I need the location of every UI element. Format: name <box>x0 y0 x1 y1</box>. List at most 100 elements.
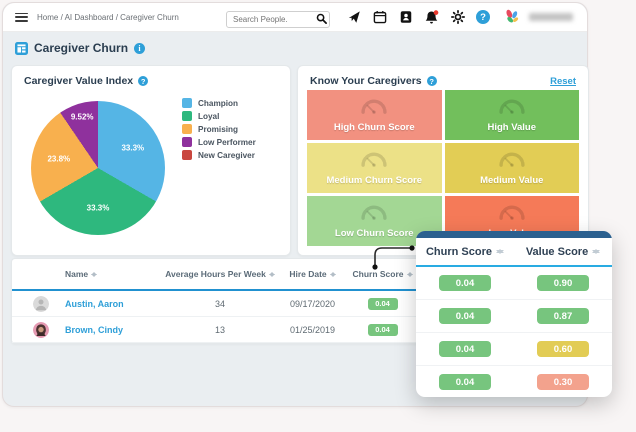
column-header-churn-score[interactable]: Churn Score <box>355 269 410 280</box>
pie-slice-label: 23.8% <box>47 155 70 164</box>
legend-label: Champion <box>198 99 238 108</box>
notifications-icon[interactable] <box>424 10 439 25</box>
reset-link[interactable]: Reset <box>550 76 576 87</box>
value-cell: 0.30 <box>514 374 612 390</box>
popup-column-value-score[interactable]: Value Score <box>514 245 612 258</box>
legend-swatch <box>182 98 192 108</box>
churn-cell: 0.04 <box>416 341 514 357</box>
quadrant-grid: High Churn Score High Value Medium Churn… <box>307 90 579 246</box>
popup-body: 0.04 0.90 0.04 0.87 0.04 0.60 0.04 0.30 <box>416 267 612 397</box>
legend-item-low-performer[interactable]: Low Performer <box>182 137 256 147</box>
pie-slice-label: 33.3% <box>87 204 110 213</box>
avatar-cell <box>12 322 65 338</box>
popup-column-churn-score[interactable]: Churn Score <box>416 245 514 258</box>
value-score-badge: 0.30 <box>537 374 589 390</box>
sort-icon[interactable] <box>407 269 413 280</box>
header-icons: ? <box>346 10 490 25</box>
legend-item-loyal[interactable]: Loyal <box>182 111 256 121</box>
churn-cell: 0.04 <box>416 308 514 324</box>
page-title-row: Caregiver Churn i <box>15 41 145 55</box>
send-icon[interactable] <box>346 10 361 25</box>
search-box <box>226 9 330 26</box>
help-icon[interactable]: ? <box>476 10 490 24</box>
churn-score-cell: 0.04 <box>355 324 410 336</box>
legend-swatch <box>182 137 192 147</box>
name-cell: Brown, Cindy <box>65 325 170 335</box>
avatar <box>33 296 49 312</box>
value-score-badge: 0.87 <box>537 308 589 324</box>
brand-logo-icon <box>503 8 521 26</box>
legend-swatch <box>182 124 192 134</box>
name-cell: Austin, Aaron <box>65 299 170 309</box>
tile-high-churn-score[interactable]: High Churn Score <box>307 90 442 140</box>
column-header-avg-hours[interactable]: Average Hours Per Week <box>170 269 270 280</box>
popup-row: 0.04 0.90 <box>416 267 612 300</box>
sort-icon[interactable] <box>269 269 275 280</box>
value-cell: 0.90 <box>514 275 612 291</box>
tile-label: High Churn Score <box>334 122 415 133</box>
churn-score-badge: 0.04 <box>439 308 491 324</box>
tile-medium-value[interactable]: Medium Value <box>445 143 580 193</box>
know-caregivers-title: Know Your Caregivers <box>310 75 422 87</box>
question-icon[interactable]: ? <box>427 76 437 86</box>
pie-chart-wrap: 33.3% 33.3% 23.8% 9.52% <box>31 101 165 235</box>
sort-icon[interactable] <box>91 269 97 280</box>
page-title: Caregiver Churn <box>34 41 128 55</box>
calendar-icon[interactable] <box>372 10 387 25</box>
hire-date-cell: 09/17/2020 <box>270 299 355 309</box>
tile-label: Medium Churn Score <box>326 175 422 186</box>
churn-score-badge: 0.04 <box>439 341 491 357</box>
legend-label: Low Performer <box>198 138 256 147</box>
gauge-icon <box>359 97 389 120</box>
tile-high-value[interactable]: High Value <box>445 90 580 140</box>
contacts-icon[interactable] <box>398 10 413 25</box>
legend-item-champion[interactable]: Champion <box>182 98 256 108</box>
value-index-panel: Caregiver Value Index ? 33.3%33.3%23.8%9… <box>11 65 291 256</box>
popup-row: 0.04 0.60 <box>416 333 612 366</box>
legend-item-new-caregiver[interactable]: New Caregiver <box>182 150 256 160</box>
value-cell: 0.87 <box>514 308 612 324</box>
info-icon[interactable]: i <box>134 43 145 54</box>
avg-hours-cell: 13 <box>170 325 270 335</box>
caregiver-name-link[interactable]: Austin, Aaron <box>65 299 124 309</box>
tile-label: Medium Value <box>480 175 543 186</box>
value-score-badge: 0.60 <box>537 341 589 357</box>
tile-label: High Value <box>487 122 536 133</box>
churn-score-badge: 0.04 <box>439 374 491 390</box>
pie-slice-label: 9.52% <box>71 112 94 121</box>
churn-cell: 0.04 <box>416 275 514 291</box>
column-header-hire-date[interactable]: Hire Date <box>270 269 355 280</box>
settings-icon[interactable] <box>450 10 465 25</box>
breadcrumb[interactable]: Home / AI Dashboard / Caregiver Churn <box>37 13 179 22</box>
question-icon[interactable]: ? <box>138 76 148 86</box>
churn-score-badge: 0.04 <box>439 275 491 291</box>
sort-icon[interactable] <box>592 245 600 258</box>
value-score-badge: 0.90 <box>537 275 589 291</box>
gauge-icon <box>359 150 389 173</box>
search-input[interactable] <box>226 11 330 28</box>
chart-legend: Champion Loyal Promising Low Performer New C… <box>182 98 256 160</box>
tile-medium-churn-score[interactable]: Medium Churn Score <box>307 143 442 193</box>
popup-row: 0.04 0.30 <box>416 366 612 397</box>
popup-row: 0.04 0.87 <box>416 300 612 333</box>
churn-score-badge: 0.04 <box>368 324 398 336</box>
sort-icon[interactable] <box>496 245 504 258</box>
avatar <box>33 322 49 338</box>
legend-label: Promising <box>198 125 238 134</box>
value-cell: 0.60 <box>514 341 612 357</box>
churn-score-cell: 0.04 <box>355 298 410 310</box>
caregiver-name-link[interactable]: Brown, Cindy <box>65 325 123 335</box>
legend-label: Loyal <box>198 112 219 121</box>
search-icon[interactable] <box>316 11 327 29</box>
sort-icon[interactable] <box>330 269 336 280</box>
legend-item-promising[interactable]: Promising <box>182 124 256 134</box>
column-header-name[interactable]: Name <box>65 269 170 280</box>
dashboard-icon <box>15 42 28 55</box>
user-menu[interactable] <box>529 13 573 21</box>
pie-chart[interactable]: 33.3% 33.3% 23.8% 9.52% <box>31 101 165 235</box>
popup-header: Churn Score Value Score <box>416 238 612 267</box>
know-caregivers-panel: Know Your Caregivers ? Reset High Churn … <box>297 65 589 256</box>
menu-icon[interactable] <box>15 13 28 22</box>
legend-swatch <box>182 111 192 121</box>
pie-slice-label: 33.3% <box>121 143 144 152</box>
